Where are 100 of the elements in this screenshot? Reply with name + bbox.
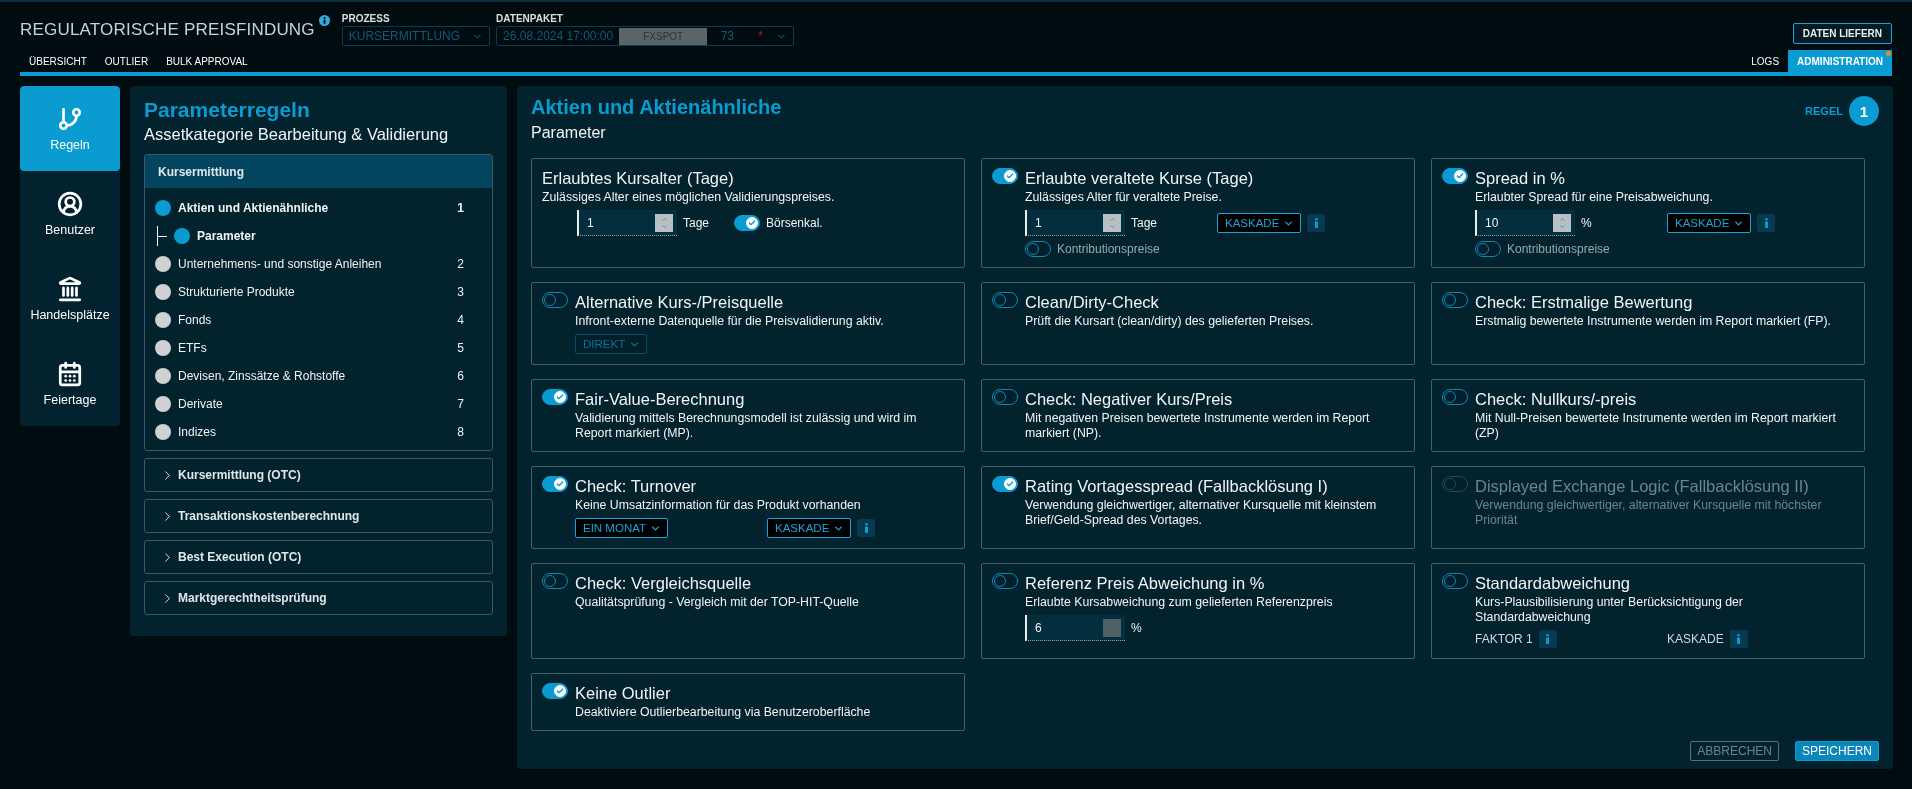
toggle-switch[interactable] [1475, 241, 1501, 257]
panel-title: Parameterregeln [144, 98, 311, 122]
check-icon [556, 393, 564, 401]
card-title: Clean/Dirty-Check [1025, 292, 1160, 312]
number-field[interactable]: 1 [577, 210, 677, 236]
toggle-switch[interactable] [992, 573, 1018, 589]
panel-subtitle: Assetkategorie Bearbeitung & Validierung [144, 125, 450, 144]
unit-label: Tage [683, 216, 710, 230]
spinner-icon[interactable] [1553, 213, 1571, 232]
setting-label: FAKTOR 1 [1475, 632, 1533, 646]
card-title: Check: Vergleichsquelle [575, 573, 753, 593]
info-icon[interactable] [318, 15, 330, 26]
tree-item[interactable]: Fonds 4 [145, 306, 492, 334]
tree-item[interactable]: Parameter [145, 222, 492, 250]
app-title: REGULATORISCHE PREISFINDUNG [20, 20, 315, 40]
info-icon [1736, 634, 1742, 644]
tree-item[interactable]: Strukturierte Produkte 3 [145, 278, 492, 306]
card-title: Displayed Exchange Logic (Fallbacklösung II) [1475, 476, 1810, 496]
card-title: Fair-Value-Berechnung [575, 389, 746, 409]
toggle-switch[interactable] [992, 292, 1018, 308]
toggle-switch[interactable] [542, 476, 568, 492]
card-description: Erstmalig bewertete Instrumente werden im Report markiert (FP). [1475, 314, 1833, 329]
rule-label: REGEL [1805, 105, 1843, 117]
nav-item[interactable]: Handelsplätze [20, 256, 120, 341]
accordion-header[interactable]: Marktgerechtheitsprüfung [145, 582, 492, 614]
card-description: Erlaubter Spread für eine Preisabweichung. [1475, 190, 1714, 205]
card-description: Kurs-Plausibilisierung unter Berücksichtigung der Standardabweichung [1475, 595, 1744, 625]
dropdown[interactable]: KASKADE [1217, 213, 1302, 233]
check-icon [556, 480, 564, 488]
toggle-switch[interactable] [1442, 168, 1468, 184]
toggle-switch[interactable] [542, 389, 568, 405]
accordion-header[interactable]: Transaktionskostenberechnung [145, 500, 492, 532]
card-title: Erlaubtes Kursalter (Tage) [542, 168, 735, 188]
toggle-switch[interactable] [542, 573, 568, 589]
tree-item[interactable]: Indizes 8 [145, 418, 492, 446]
info-button[interactable] [1729, 630, 1748, 648]
card-title: Erlaubte veraltete Kurse (Tage) [1025, 168, 1255, 188]
unit-label: % [1131, 621, 1142, 635]
calendar-icon [57, 360, 83, 387]
tree-item[interactable]: ETFs 5 [145, 334, 492, 362]
check-icon [1006, 172, 1014, 180]
tree-item[interactable]: Devisen, Zinssätze & Rohstoffe 6 [145, 362, 492, 390]
card-title: Check: Turnover [575, 476, 698, 496]
spinner-icon[interactable] [655, 213, 673, 232]
info-button[interactable] [857, 519, 876, 537]
accordion-header[interactable]: Kursermittlung [145, 155, 492, 188]
number-field[interactable]: 10 [1475, 210, 1575, 236]
nav-tab[interactable]: LOGS [1742, 50, 1789, 72]
spinner-icon[interactable] [1103, 213, 1121, 232]
nav-tab[interactable]: BULK APPROVAL [157, 50, 257, 72]
accordion-header[interactable]: Kursermittlung (OTC) [145, 459, 492, 491]
info-button[interactable] [1307, 214, 1326, 232]
toggle-label: Börsenkal. [766, 216, 823, 230]
setting-label: KASKADE [1667, 632, 1724, 646]
save-button[interactable]: SPEICHERN [1795, 741, 1879, 761]
info-icon [1763, 218, 1769, 228]
info-icon [1313, 218, 1319, 228]
toggle-switch[interactable] [542, 292, 568, 308]
accordion-header[interactable]: Best Execution (OTC) [145, 541, 492, 573]
card-description: Deaktiviere Outlierbearbeitung via Benutzeroberfläche [575, 705, 872, 720]
toggle-switch[interactable] [1442, 389, 1468, 405]
toggle-switch[interactable] [992, 168, 1018, 184]
dropdown[interactable]: KASKADE [1667, 213, 1752, 233]
card-description: Keine Umsatzinformation für das Produkt vorhanden [575, 498, 862, 513]
nav-item[interactable]: Feiertage [20, 341, 120, 426]
card-description: Zulässiges Alter für veraltete Preise. [1025, 190, 1223, 205]
toggle-switch[interactable] [542, 683, 568, 699]
tree-item[interactable]: Derivate 7 [145, 390, 492, 418]
info-icon [863, 523, 869, 533]
toggle-switch[interactable] [1025, 241, 1051, 257]
check-icon [556, 687, 564, 695]
unit-label: Tage [1131, 216, 1158, 230]
unit-label: % [1581, 216, 1592, 230]
dropdown[interactable]: KASKADE [767, 518, 852, 538]
toggle-switch[interactable] [992, 476, 1018, 492]
card-description: Prüft die Kursart (clean/dirty) des gelieferten Preises. [1025, 314, 1315, 329]
toggle-switch[interactable] [1442, 573, 1468, 589]
toggle-switch[interactable] [992, 389, 1018, 405]
deliver-button[interactable]: DATEN LIEFERN [1792, 23, 1892, 44]
tree-item[interactable]: Aktien und Aktienähnliche 1 [145, 194, 492, 222]
check-icon [1456, 172, 1464, 180]
bank-icon [57, 275, 83, 302]
nav-tab[interactable]: OUTLIER [95, 50, 158, 72]
card-title: Check: Nullkurs/-preis [1475, 389, 1638, 409]
info-button[interactable] [1538, 630, 1557, 648]
card-description: Validierung mittels Berechnungsmodell ist zulässig und wird im Report markiert (MP). [575, 411, 918, 441]
nav-item[interactable]: Benutzer [20, 171, 120, 256]
field-label: DATENPAKET [496, 13, 564, 24]
tree-item[interactable]: Unternehmens- und sonstige Anleihen 2 [145, 250, 492, 278]
dropdown[interactable]: EIN MONAT [575, 518, 669, 538]
user-icon [57, 190, 83, 217]
toggle-switch[interactable] [1442, 292, 1468, 308]
page-subtitle: Parameter [531, 124, 607, 142]
number-field[interactable]: 1 [1025, 210, 1125, 236]
toggle-switch[interactable] [734, 215, 760, 231]
nav-tab[interactable]: ÜBERSICHT [20, 50, 96, 72]
info-button[interactable] [1757, 214, 1776, 232]
page-title: Aktien und Aktienähnliche [531, 96, 782, 119]
rule-number: 1 [1849, 96, 1879, 126]
card-description: Mit negativen Preisen bewertete Instrumente werden im Report markiert (NP). [1025, 411, 1371, 441]
